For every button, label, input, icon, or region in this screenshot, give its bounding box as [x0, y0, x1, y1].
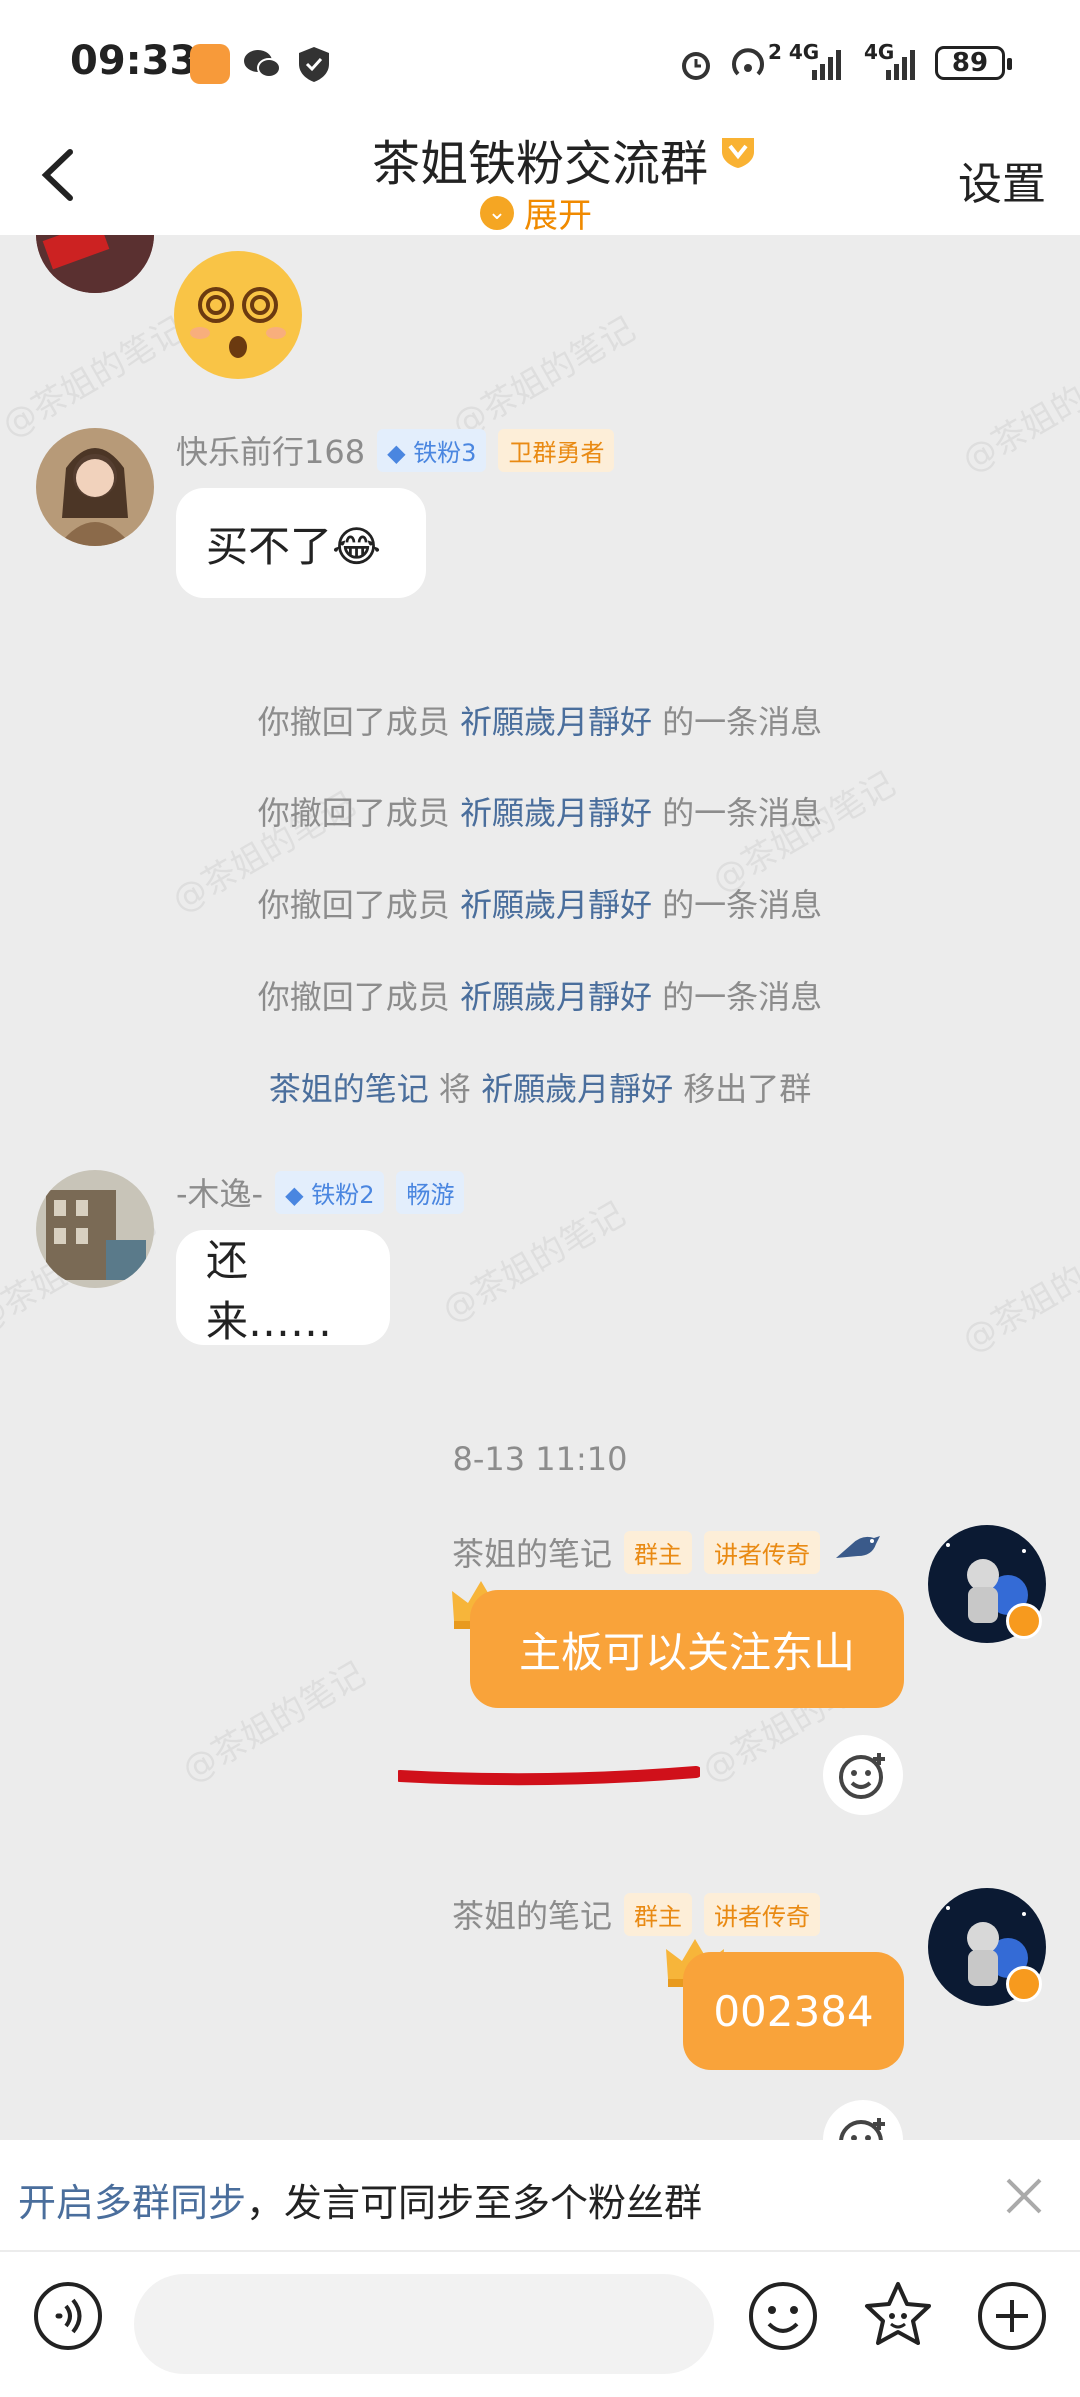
- owner-badge: 群主: [624, 1530, 693, 1574]
- fan-level-badge: ◆ 铁粉3: [377, 428, 487, 472]
- watermark: @茶姐的笔记: [955, 1224, 1080, 1361]
- group-title: 茶姐铁粉交流群: [371, 136, 708, 192]
- system-message: 茶姐的笔记 将 祈願歲月靜好 移出了群: [268, 1070, 812, 1108]
- title-badge: 卫群勇者: [498, 428, 615, 472]
- member-link[interactable]: 祈願歲月靜好: [481, 1070, 673, 1108]
- alarm-icon: [676, 44, 716, 84]
- multi-group-sync-banner: 开启多群同步，发言可同步至多个粉丝群: [0, 2140, 1080, 2252]
- message-text: 买不了😂: [206, 521, 382, 571]
- chat-area[interactable]: @茶姐的笔记 @茶姐的笔记 @茶姐的笔记 @茶姐的笔记 @茶姐的笔记 @茶姐的笔…: [0, 235, 1080, 2140]
- input-bar: [0, 2252, 1080, 2397]
- username[interactable]: -木逸-: [176, 1169, 263, 1215]
- voice-button[interactable]: [28, 2276, 108, 2356]
- hotspot-icon: [728, 44, 768, 84]
- close-icon: [1006, 2178, 1042, 2214]
- message-bubble[interactable]: 还来……: [176, 1230, 390, 1346]
- bird-icon: [832, 1528, 882, 1576]
- sticker-button[interactable]: [858, 2276, 938, 2356]
- member-link[interactable]: 茶姐的笔记: [269, 1070, 429, 1108]
- message-text: 还来……: [206, 1235, 333, 1346]
- message-header: 茶姐的笔记 群主 讲者传奇: [452, 1528, 882, 1576]
- star-face-icon: [865, 2282, 931, 2345]
- message-header: 快乐前行168 ◆ 铁粉3 卫群勇者: [176, 427, 615, 473]
- member-link[interactable]: 祈願歲月靜好: [460, 978, 652, 1016]
- message-text: 主板可以关注东山: [518, 1627, 855, 1677]
- verified-icon: [1006, 1966, 1042, 2002]
- title-badge: 讲者传奇: [704, 1892, 821, 1936]
- username[interactable]: 快乐前行168: [176, 427, 365, 473]
- own-message-bubble[interactable]: 002384: [683, 1952, 904, 2070]
- enable-sync-link[interactable]: 开启多群同步: [18, 2181, 246, 2225]
- watermark: @茶姐的笔记: [175, 1654, 373, 1791]
- react-emoji-button[interactable]: [823, 2100, 903, 2140]
- system-message: 你撤回了成员 祈願歲月靜好 的一条消息: [257, 886, 823, 924]
- system-message: 你撤回了成员 祈願歲月靜好 的一条消息: [257, 978, 823, 1016]
- expand-button[interactable]: ⌄ 展开: [480, 188, 592, 237]
- chevron-down-icon: ⌄: [480, 195, 514, 230]
- status-time: 09:33: [70, 38, 198, 84]
- member-link[interactable]: 祈願歲月靜好: [460, 703, 652, 741]
- member-link[interactable]: 祈願歲月靜好: [460, 886, 652, 924]
- emoji-button[interactable]: [743, 2276, 823, 2356]
- username[interactable]: 茶姐的笔记: [452, 1529, 612, 1575]
- verified-icon: [1006, 1603, 1042, 1639]
- avatar[interactable]: [36, 235, 154, 293]
- highlight-underline: [394, 1766, 702, 1786]
- system-message: 你撤回了成员 祈願歲月靜好 的一条消息: [257, 794, 823, 832]
- verified-badge-icon: [718, 126, 758, 168]
- react-emoji-button[interactable]: [823, 1735, 903, 1815]
- message-header: -木逸- ◆ 铁粉2 畅游: [176, 1169, 465, 1215]
- wechat-icon: [242, 44, 282, 84]
- member-link[interactable]: 祈願歲月靜好: [460, 794, 652, 832]
- message-bubble[interactable]: 买不了😂: [176, 488, 426, 598]
- close-banner-button[interactable]: [996, 2168, 1052, 2224]
- signal-icon-1: [808, 44, 848, 84]
- smile-add-icon: [839, 2118, 885, 2140]
- chat-header: 茶姐铁粉交流群 ⌄ 展开 设置: [0, 120, 1080, 237]
- avatar[interactable]: [36, 1170, 154, 1288]
- voice-icon: [34, 2282, 102, 2350]
- status-bar: 09:33 2 4G 4G 89: [0, 0, 1080, 130]
- watermark: @茶姐的笔记: [955, 344, 1080, 481]
- title-badge: 讲者传奇: [704, 1530, 821, 1574]
- title-badge: 畅游: [396, 1170, 465, 1214]
- dizzy-face-icon: [174, 251, 302, 379]
- smile-add-icon: [839, 1753, 885, 1799]
- settings-button[interactable]: 设置: [958, 148, 1046, 212]
- timestamp: 8-13 11:10: [452, 1440, 628, 1478]
- sync-description: ，发言可同步至多个粉丝群: [246, 2181, 703, 2225]
- system-message: 你撤回了成员 祈願歲月靜好 的一条消息: [257, 703, 823, 741]
- own-message-bubble[interactable]: 主板可以关注东山: [470, 1590, 904, 1708]
- plus-icon: [978, 2282, 1046, 2350]
- dizzy-sticker[interactable]: [170, 247, 306, 383]
- smile-icon: [749, 2282, 817, 2350]
- username[interactable]: 茶姐的笔记: [452, 1891, 612, 1937]
- message-input[interactable]: [134, 2274, 714, 2374]
- fan-level-badge: ◆ 铁粉2: [275, 1170, 385, 1214]
- battery-indicator: 89: [935, 46, 1012, 80]
- expand-label: 展开: [524, 196, 592, 236]
- watermark: @茶姐的笔记: [445, 309, 643, 446]
- signal-icon-2: [884, 44, 918, 84]
- shield-icon: [294, 44, 334, 84]
- message-text: 002384: [713, 1986, 874, 2036]
- avatar[interactable]: [36, 428, 154, 546]
- message-header: 茶姐的笔记 群主 讲者传奇: [452, 1891, 821, 1937]
- more-button[interactable]: [972, 2276, 1052, 2356]
- app-notification-icon: [190, 44, 230, 84]
- owner-badge: 群主: [624, 1892, 693, 1936]
- watermark: @茶姐的笔记: [0, 309, 193, 446]
